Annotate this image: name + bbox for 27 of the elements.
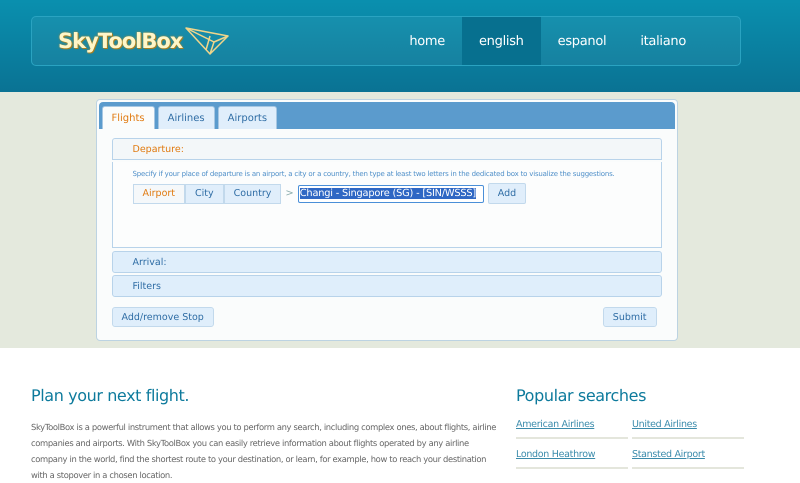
action-button[interactable]: Submit — [602, 307, 656, 327]
popular-link[interactable]: American Airlines — [516, 419, 628, 439]
intro-paragraph: SkyToolBox is a powerful instrument that allows you to perform any search, including complex ones, about flights, airline companies and airports. With SkyToolBox you can easily retrieve information about flights operated by any airline company in the world, find the shortest route to your destination, or learn, for example, how to reach your destination with a stopover in a chosen location. — [31, 421, 497, 482]
type-toggle[interactable]: City — [185, 184, 224, 204]
section-header[interactable]: Arrival: — [112, 251, 662, 273]
tab[interactable]: Airlines — [158, 106, 215, 129]
section-header[interactable]: Filters — [112, 275, 662, 297]
site-logo[interactable]: SkyToolBox — [58, 29, 182, 53]
type-toggle[interactable]: Country — [224, 184, 282, 204]
type-toggle[interactable]: Airport — [132, 184, 186, 204]
nav-link[interactable]: home — [392, 17, 462, 65]
location-input[interactable]: Changi - Singapore (SG) - [SIN/WSSS] — [298, 184, 484, 202]
popular-link[interactable]: London Heathrow — [516, 449, 628, 469]
section-header[interactable]: Departure: — [112, 138, 662, 160]
nav-link[interactable]: italiano — [623, 17, 703, 65]
section-heading: Popular searches — [516, 386, 648, 405]
section-heading: Plan your next flight. — [31, 386, 190, 405]
action-button[interactable]: Add/remove Stop — [112, 307, 214, 327]
tab[interactable]: Flights — [102, 106, 155, 129]
nav-link[interactable]: espanol — [540, 17, 624, 65]
popular-link[interactable]: United Airlines — [632, 419, 744, 439]
separator-text: > — [285, 188, 294, 199]
popular-link[interactable]: Stansted Airport — [632, 449, 744, 469]
tab[interactable]: Airports — [218, 106, 278, 129]
nav-link[interactable]: english — [462, 17, 541, 65]
add-button[interactable]: Add — [488, 183, 526, 204]
paper-plane-icon — [184, 26, 230, 56]
